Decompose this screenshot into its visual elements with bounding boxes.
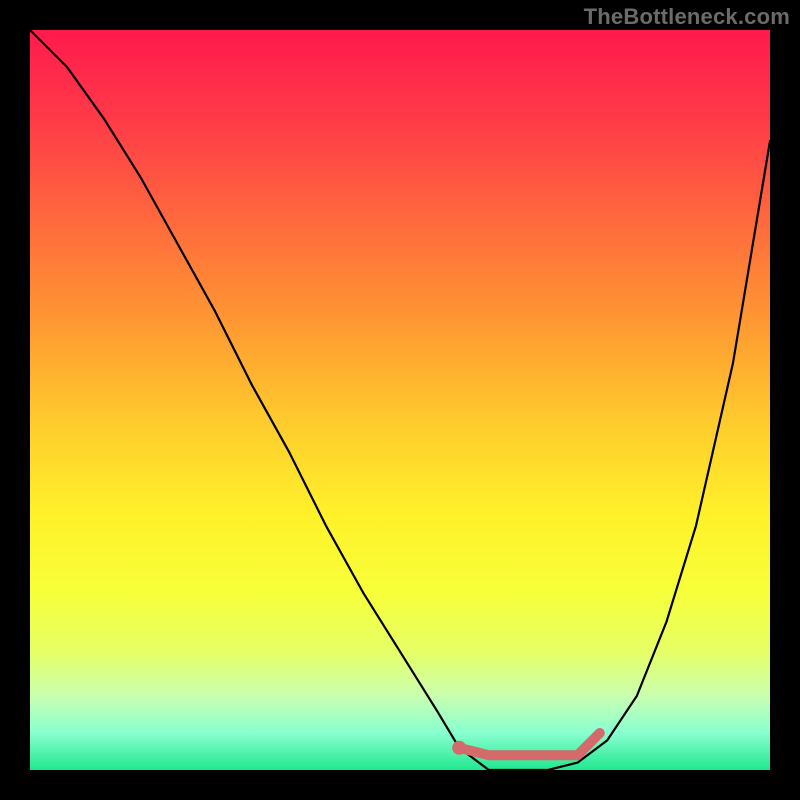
curve-line bbox=[30, 30, 770, 770]
marker-dot bbox=[452, 741, 466, 755]
highlight-segment bbox=[459, 733, 600, 755]
plot-area bbox=[30, 30, 770, 770]
chart-svg bbox=[30, 30, 770, 770]
watermark-text: TheBottleneck.com bbox=[584, 4, 790, 30]
chart-frame: TheBottleneck.com bbox=[0, 0, 800, 800]
